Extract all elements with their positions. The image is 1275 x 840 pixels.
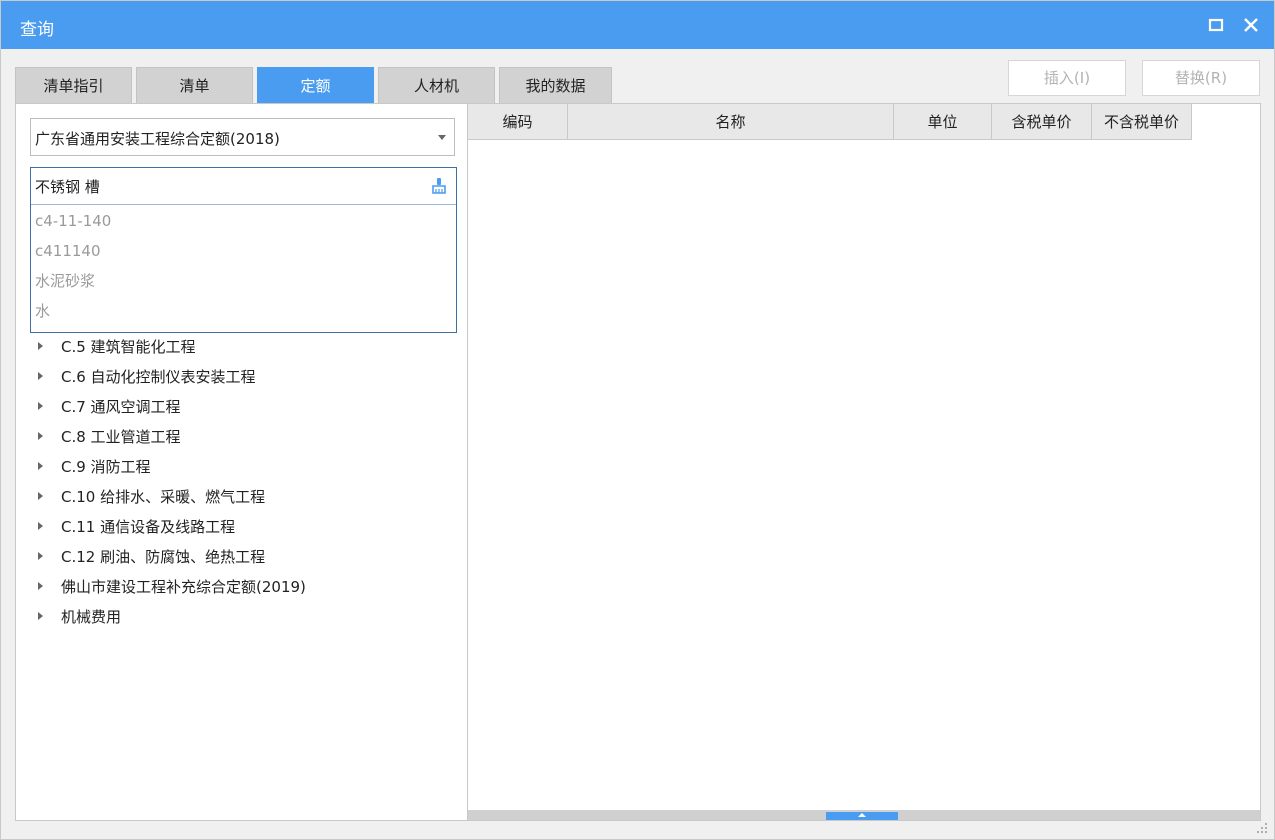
suggestion-item[interactable]: c4-11-140	[35, 206, 111, 236]
expand-arrow-icon[interactable]	[38, 521, 43, 530]
tree-item[interactable]: C.12 刷油、防腐蚀、绝热工程	[38, 542, 265, 572]
tree-item-label: C.12 刷油、防腐蚀、绝热工程	[61, 548, 266, 566]
expand-arrow-icon[interactable]	[38, 461, 43, 470]
expand-arrow-icon[interactable]	[38, 401, 43, 410]
tree-item[interactable]: C.8 工业管道工程	[38, 422, 181, 452]
column-header-code[interactable]: 编码	[468, 104, 568, 140]
maximize-icon[interactable]	[1204, 13, 1228, 37]
expand-arrow-icon[interactable]	[38, 341, 43, 350]
tree-item[interactable]: C.6 自动化控制仪表安装工程	[38, 362, 256, 392]
close-icon[interactable]	[1239, 13, 1263, 37]
search-dropdown: c4-11-140 c411140 水泥砂浆 水	[30, 167, 457, 333]
tree-item-label: C.11 通信设备及线路工程	[61, 518, 236, 536]
tab-quota[interactable]: 定额	[257, 67, 374, 103]
tree-item-label: C.10 给排水、采暖、燃气工程	[61, 488, 266, 506]
suggestion-item[interactable]: 水	[35, 296, 50, 326]
tree-item-label: 佛山市建设工程补充综合定额(2019)	[61, 578, 306, 596]
title-bar: 查询	[1, 1, 1274, 49]
window-title: 查询	[20, 20, 54, 40]
tree-item-label: C.8 工业管道工程	[61, 428, 181, 446]
suggestion-item[interactable]: 水泥砂浆	[35, 266, 95, 296]
tree-item[interactable]: C.11 通信设备及线路工程	[38, 512, 235, 542]
tree-item[interactable]: C.5 建筑智能化工程	[38, 332, 196, 362]
tab-labor-material-machine[interactable]: 人材机	[378, 67, 495, 103]
column-header-name[interactable]: 名称	[568, 104, 894, 140]
results-grid: 编码 名称 单位 含税单价 不含税单价	[468, 104, 1260, 820]
tree-item-label: C.9 消防工程	[61, 458, 151, 476]
tree-item-label: C.5 建筑智能化工程	[61, 338, 196, 356]
insert-button[interactable]: 插入(I)	[1008, 60, 1126, 96]
column-header-price-notax[interactable]: 不含税单价	[1092, 104, 1192, 140]
chevron-down-icon	[438, 135, 446, 140]
tab-list[interactable]: 清单	[136, 67, 253, 103]
left-panel: 广东省通用安装工程综合定额(2018) c4-11-140 c411140 水泥…	[16, 104, 468, 820]
tree-item[interactable]: 机械费用	[38, 602, 121, 632]
tab-list-guide[interactable]: 清单指引	[15, 67, 132, 103]
clear-brush-icon[interactable]	[430, 177, 448, 195]
library-select[interactable]: 广东省通用安装工程综合定额(2018)	[30, 118, 455, 156]
column-header-unit[interactable]: 单位	[894, 104, 992, 140]
tree-item-label: C.6 自动化控制仪表安装工程	[61, 368, 256, 386]
content-area: 广东省通用安装工程综合定额(2018) c4-11-140 c411140 水泥…	[15, 103, 1261, 821]
query-window: 查询 清单指引 清单 定额 人材机 我的数据 插入(I) 替换(R) 广东省通用…	[0, 0, 1275, 840]
expand-arrow-icon[interactable]	[38, 371, 43, 380]
tree-item[interactable]: 佛山市建设工程补充综合定额(2019)	[38, 572, 306, 602]
search-input[interactable]	[31, 168, 456, 205]
tree-item[interactable]: C.7 通风空调工程	[38, 392, 181, 422]
column-header-price-tax[interactable]: 含税单价	[992, 104, 1092, 140]
tree-item[interactable]: C.10 给排水、采暖、燃气工程	[38, 482, 265, 512]
chevron-up-icon	[858, 813, 866, 817]
resize-grip-icon[interactable]	[1256, 822, 1268, 834]
expand-arrow-icon[interactable]	[38, 611, 43, 620]
horizontal-scrollbar[interactable]	[468, 810, 1260, 820]
expand-arrow-icon[interactable]	[38, 491, 43, 500]
expand-arrow-icon[interactable]	[38, 431, 43, 440]
tab-my-data[interactable]: 我的数据	[499, 67, 612, 103]
expand-arrow-icon[interactable]	[38, 581, 43, 590]
tree-item-label: C.7 通风空调工程	[61, 398, 181, 416]
replace-button[interactable]: 替换(R)	[1142, 60, 1260, 96]
tree-item-label: 机械费用	[61, 608, 122, 626]
library-select-value: 广东省通用安装工程综合定额(2018)	[35, 130, 280, 148]
tree-item[interactable]: C.9 消防工程	[38, 452, 151, 482]
expand-arrow-icon[interactable]	[38, 551, 43, 560]
suggestion-item[interactable]: c411140	[35, 236, 101, 266]
